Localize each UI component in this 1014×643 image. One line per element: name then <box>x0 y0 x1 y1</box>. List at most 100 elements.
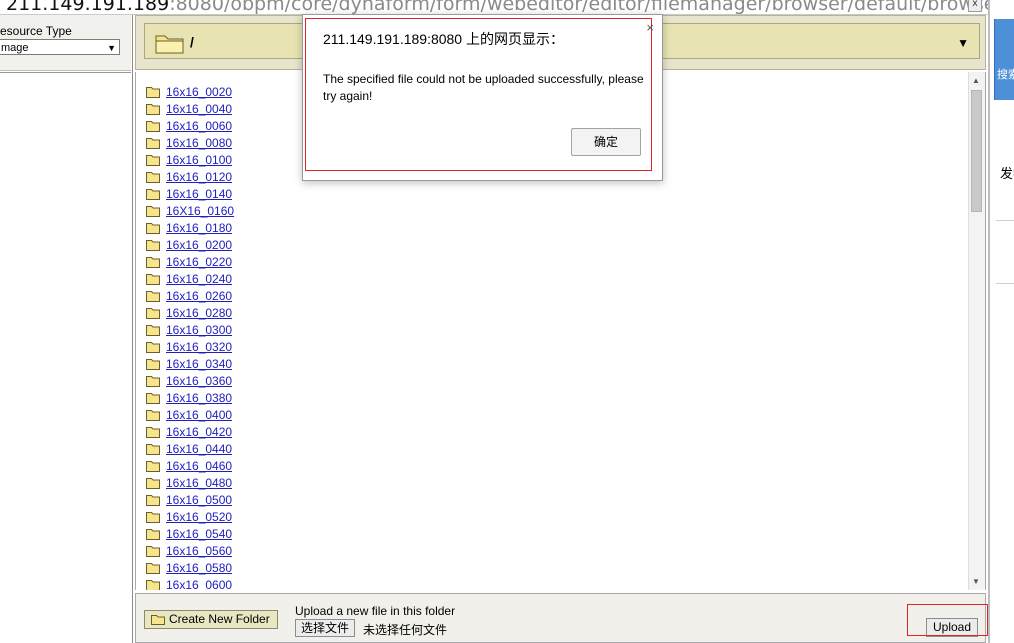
folder-link[interactable]: 16x16_0420 <box>166 425 232 439</box>
folder-list-item: 16x16_0020 <box>146 83 234 100</box>
resource-type-label: esource Type <box>0 24 72 38</box>
folder-icon <box>146 426 160 438</box>
folder-icon <box>146 375 160 387</box>
ok-button[interactable]: 确定 <box>571 128 641 156</box>
folder-icon <box>151 615 165 625</box>
folder-icon <box>146 103 160 115</box>
folder-icon <box>146 477 160 489</box>
vertical-scrollbar[interactable]: ▲ ▼ <box>968 72 985 590</box>
dialog-message: The specified file could not be uploaded… <box>323 72 644 103</box>
folder-icon <box>146 273 160 285</box>
folder-link[interactable]: 16x16_0220 <box>166 255 232 269</box>
folder-list-item: 16x16_0440 <box>146 440 234 457</box>
folder-list-item: 16x16_0220 <box>146 253 234 270</box>
folder-icon <box>146 324 160 336</box>
create-folder-button[interactable]: Create New Folder <box>144 610 278 629</box>
folder-list-item: 16x16_0540 <box>146 525 234 542</box>
folder-link[interactable]: 16X16_0160 <box>166 204 234 218</box>
chevron-down-icon[interactable]: ▼ <box>957 36 969 50</box>
folder-link[interactable]: 16x16_0400 <box>166 408 232 422</box>
folder-icon <box>146 205 160 217</box>
folder-link[interactable]: 16x16_0040 <box>166 102 232 116</box>
folder-list-item: 16x16_0340 <box>146 355 234 372</box>
folder-list-item: 16x16_0560 <box>146 542 234 559</box>
folder-link[interactable]: 16x16_0540 <box>166 527 232 541</box>
folder-list-item: 16x16_0380 <box>146 389 234 406</box>
folder-link[interactable]: 16x16_0340 <box>166 357 232 371</box>
folder-list-item: 16x16_0600 <box>146 576 234 590</box>
folder-icon <box>146 239 160 251</box>
folder-link[interactable]: 16x16_0260 <box>166 289 232 303</box>
folder-list-item: 16x16_0500 <box>146 491 234 508</box>
folder-link[interactable]: 16x16_0500 <box>166 493 232 507</box>
url-host: 211.149.191.189 <box>6 0 170 15</box>
folder-icon <box>146 392 160 404</box>
chevron-down-icon: ▼ <box>107 43 116 53</box>
dialog-title: 211.149.191.189:8080 上的网页显示： <box>323 31 564 47</box>
folder-link[interactable]: 16x16_0020 <box>166 85 232 99</box>
folder-icon <box>146 137 160 149</box>
divider <box>996 283 1014 284</box>
folder-link[interactable]: 16x16_0480 <box>166 476 232 490</box>
folder-list-item: 16x16_0120 <box>146 168 234 185</box>
folder-link[interactable]: 16x16_0100 <box>166 153 232 167</box>
folder-link[interactable]: 16x16_0200 <box>166 238 232 252</box>
post-label: 发帖 <box>1000 166 1014 181</box>
folder-icon <box>146 443 160 455</box>
folder-link[interactable]: 16x16_0580 <box>166 561 232 575</box>
folder-link[interactable]: 16x16_0600 <box>166 578 232 591</box>
folder-link[interactable]: 16x16_0560 <box>166 544 232 558</box>
folder-link[interactable]: 16x16_0380 <box>166 391 232 405</box>
folder-icon <box>146 494 160 506</box>
folder-icon <box>146 562 160 574</box>
folder-list-item: 16x16_0420 <box>146 423 234 440</box>
folder-link[interactable]: 16x16_0440 <box>166 442 232 456</box>
folder-icon <box>146 358 160 370</box>
background-page-strip: 搜索 发帖 <box>988 0 1014 643</box>
scroll-down-icon[interactable]: ▼ <box>972 577 980 586</box>
folder-list-item: 16x16_0040 <box>146 100 234 117</box>
folder-list-item: 16x16_0080 <box>146 134 234 151</box>
window-close-icon[interactable]: x <box>968 0 982 12</box>
folder-link[interactable]: 16x16_0060 <box>166 119 232 133</box>
folder-icon <box>146 188 160 200</box>
resource-type-select[interactable]: mage ▼ <box>0 39 120 55</box>
page-url: 211.149.191.189:8080/obpm/core/dynaform/… <box>6 0 988 15</box>
left-pane: esource Type mage ▼ <box>0 15 133 643</box>
close-icon[interactable]: × <box>646 20 654 35</box>
folder-link[interactable]: 16x16_0460 <box>166 459 232 473</box>
folder-open-icon <box>155 35 184 54</box>
scrollbar-thumb[interactable] <box>971 90 982 212</box>
folder-link[interactable]: 16x16_0080 <box>166 136 232 150</box>
folder-link[interactable]: 16x16_0140 <box>166 187 232 201</box>
url-path: :8080/obpm/core/dynaform/form/webeditor/… <box>169 0 988 15</box>
resource-type-value: mage <box>1 42 29 54</box>
folder-icon <box>146 460 160 472</box>
folder-list-item: 16x16_0480 <box>146 474 234 491</box>
folder-list-item: 16x16_0520 <box>146 508 234 525</box>
folder-list: 16x16_0020 16x16_0040 16x16_0060 16x16_0080… <box>146 83 234 590</box>
folder-list-item: 16X16_0160 <box>146 202 234 219</box>
folder-icon <box>146 86 160 98</box>
folder-icon <box>146 222 160 234</box>
folder-link[interactable]: 16x16_0520 <box>166 510 232 524</box>
scroll-up-icon[interactable]: ▲ <box>972 76 980 85</box>
choose-file-button[interactable]: 选择文件 <box>295 619 356 637</box>
folder-link[interactable]: 16x16_0180 <box>166 221 232 235</box>
folder-link[interactable]: 16x16_0300 <box>166 323 232 337</box>
search-button[interactable]: 搜索 <box>994 19 1014 100</box>
folder-link[interactable]: 16x16_0320 <box>166 340 232 354</box>
folder-icon <box>146 307 160 319</box>
resource-type-panel: esource Type mage ▼ <box>0 15 131 71</box>
folder-list-item: 16x16_0300 <box>146 321 234 338</box>
folder-link[interactable]: 16x16_0360 <box>166 374 232 388</box>
address-bar: 211.149.191.189:8080/obpm/core/dynaform/… <box>0 0 988 15</box>
no-file-chosen-text: 未选择任何文件 <box>363 623 448 637</box>
folder-link[interactable]: 16x16_0240 <box>166 272 232 286</box>
folder-list-item: 16x16_0180 <box>146 219 234 236</box>
folder-list-item: 16x16_0200 <box>146 236 234 253</box>
folder-icon <box>146 290 160 302</box>
folder-link[interactable]: 16x16_0280 <box>166 306 232 320</box>
folder-link[interactable]: 16x16_0120 <box>166 170 232 184</box>
folder-icon <box>146 341 160 353</box>
